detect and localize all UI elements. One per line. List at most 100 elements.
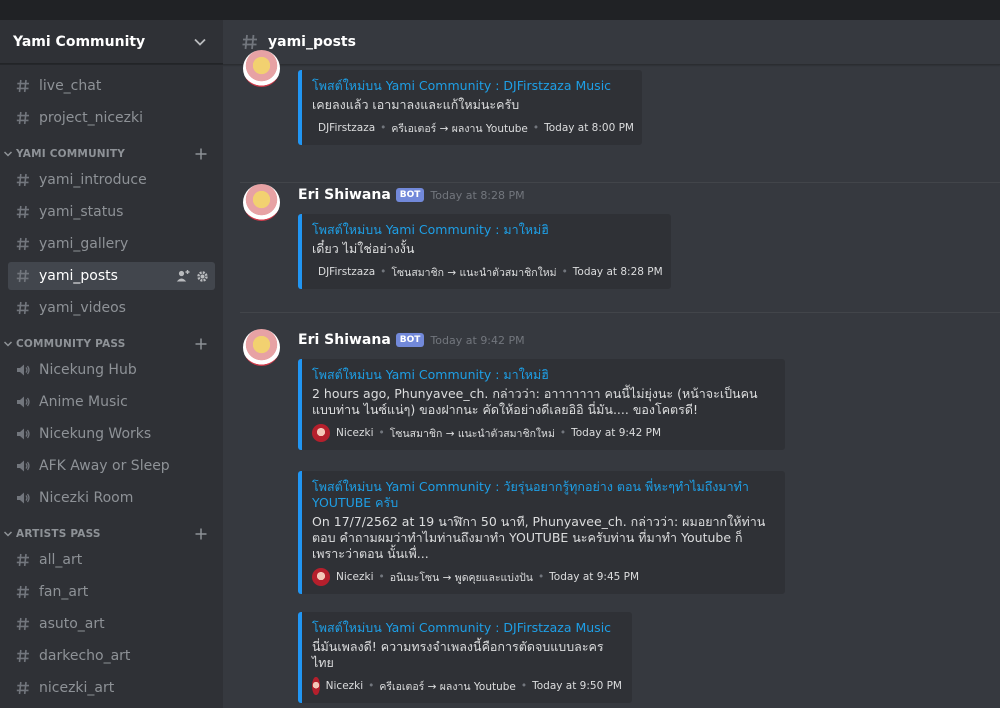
embed-description: นี่มันเพลงดี! ความทรงจำเพลงนี้คือการตัดจ…	[312, 639, 604, 670]
category-header[interactable]: COMMUNITY PASS	[0, 334, 223, 354]
embed-title[interactable]: โพสต์ใหม่บน Yami Community : DJFirstzaza…	[312, 78, 632, 94]
category-header[interactable]: YAMI COMMUNITY	[0, 144, 223, 164]
category-label: YAMI COMMUNITY	[16, 148, 126, 160]
footer-path: อนิเมะโซน → พูดคุยและแบ่งปัน	[389, 571, 533, 584]
channel-label: yami_status	[39, 204, 124, 220]
gear-icon[interactable]	[196, 270, 209, 283]
sidebar-item-nicezki-art[interactable]: nicezki_art	[8, 674, 215, 702]
sidebar-item-fan-art[interactable]: fan_art	[8, 578, 215, 606]
sidebar-item-live-chat[interactable]: live_chat	[8, 72, 215, 100]
chevron-down-icon[interactable]	[3, 529, 13, 539]
speaker-icon	[17, 460, 30, 472]
footer-time: Today at 8:28 PM	[572, 266, 663, 278]
bullet-separator: •	[532, 122, 540, 134]
footer-author: DJFirstzaza	[318, 122, 376, 134]
avatar[interactable]	[243, 329, 280, 366]
hash-icon	[16, 617, 29, 631]
bot-tag: BOT	[395, 188, 425, 202]
hash-icon	[16, 111, 29, 125]
sidebar-item-nicekung-works[interactable]: Nicekung Works	[8, 420, 215, 448]
embed-card: โพสต์ใหม่บน Yami Community : DJFirstzaza…	[298, 70, 642, 145]
sidebar-item-yami-posts[interactable]: yami_posts	[8, 262, 215, 290]
hash-icon	[16, 681, 29, 695]
message-author-row: Eri Shiwana BOT Today at 8:28 PM	[298, 187, 525, 203]
channel-label: yami_gallery	[39, 236, 129, 252]
plus-icon[interactable]	[195, 148, 207, 160]
plus-icon[interactable]	[195, 338, 207, 350]
sidebar-item-nicekung-hub[interactable]: Nicekung Hub	[8, 356, 215, 384]
sidebar-item-yami-status[interactable]: yami_status	[8, 198, 215, 226]
channel-label: live_chat	[39, 78, 102, 94]
speaker-icon	[17, 492, 30, 504]
sidebar-item-project-nicezki[interactable]: project_nicezki	[8, 104, 215, 132]
bullet-separator: •	[368, 680, 375, 692]
footer-author: Nicezki	[325, 680, 364, 692]
bullet-separator: •	[378, 571, 385, 583]
category-label: COMMUNITY PASS	[16, 338, 126, 350]
channel-label: yami_posts	[39, 268, 118, 284]
channel-label: yami_videos	[39, 300, 126, 316]
category-header[interactable]: ARTISTS PASS	[0, 524, 223, 544]
channel-tools	[176, 269, 209, 283]
hash-icon	[16, 585, 29, 599]
sidebar-item-yami-gallery[interactable]: yami_gallery	[8, 230, 215, 258]
bullet-separator: •	[559, 427, 567, 439]
channel-label: Nicezki Room	[39, 490, 134, 506]
chevron-down-icon[interactable]	[3, 339, 13, 349]
channel-label: all_art	[39, 552, 83, 568]
author-name[interactable]: Eri Shiwana	[298, 187, 391, 203]
chevron-down-icon[interactable]	[193, 35, 207, 49]
sidebar-item-afk-away-or-sleep[interactable]: AFK Away or Sleep	[8, 452, 215, 480]
plus-icon[interactable]	[195, 528, 207, 540]
embed-title[interactable]: โพสต์ใหม่บน Yami Community : DJFirstzaza…	[312, 620, 622, 636]
channel-header: yami_posts	[223, 20, 1000, 65]
footer-author: Nicezki	[336, 427, 374, 439]
chevron-down-icon[interactable]	[3, 149, 13, 159]
avatar[interactable]	[243, 184, 280, 221]
hash-icon	[16, 301, 29, 315]
channel-label: AFK Away or Sleep	[39, 458, 170, 474]
channel-label: Nicekung Works	[39, 426, 152, 442]
sidebar-item-darkecho-art[interactable]: darkecho_art	[8, 642, 215, 670]
bullet-separator: •	[537, 571, 545, 583]
hash-icon	[16, 173, 29, 187]
embed-card: โพสต์ใหม่บน Yami Community : มาใหม่ฮิ เด…	[298, 214, 671, 289]
add-member-icon[interactable]	[176, 269, 190, 283]
author-name[interactable]: Eri Shiwana	[298, 332, 391, 348]
footer-path: ครีเอเตอร์ → ผลงาน Youtube	[391, 122, 528, 135]
guild-header[interactable]: Yami Community	[0, 20, 223, 64]
category-label: ARTISTS PASS	[16, 528, 101, 540]
embed-title[interactable]: โพสต์ใหม่บน Yami Community : มาใหม่ฮิ	[312, 222, 661, 238]
footer-path: โซนสมาชิก → แนะนำตัวสมาชิกใหม่	[389, 427, 555, 440]
sidebar-item-yami-introduce[interactable]: yami_introduce	[8, 166, 215, 194]
message-divider	[240, 182, 1000, 183]
channel-label: Nicekung Hub	[39, 362, 137, 378]
embed-footer: DJFirstzaza • ครีเอเตอร์ → ผลงาน Youtube…	[312, 119, 634, 137]
embed-title[interactable]: โพสต์ใหม่บน Yami Community : วัยรุ่นอยาก…	[312, 479, 775, 511]
embed-title[interactable]: โพสต์ใหม่บน Yami Community : มาใหม่ฮิ	[312, 367, 775, 383]
sidebar-item-asuto-art[interactable]: asuto_art	[8, 610, 215, 638]
hash-icon	[16, 649, 29, 663]
speaker-icon	[17, 428, 30, 440]
embed-description: 2 hours ago, Phunyavee_ch. กล่าวว่า: อาา…	[312, 386, 758, 417]
channel-label: nicezki_art	[39, 680, 115, 696]
bullet-separator: •	[380, 266, 387, 278]
sidebar-item-all-art[interactable]: all_art	[8, 546, 215, 574]
hash-icon	[242, 34, 257, 50]
avatar[interactable]	[243, 50, 280, 87]
footer-time: Today at 9:45 PM	[549, 571, 640, 583]
sidebar-item-anime-music[interactable]: Anime Music	[8, 388, 215, 416]
embed-footer: Nicezki • โซนสมาชิก → แนะนำตัวสมาชิกใหม่…	[312, 424, 775, 442]
channel-label: Anime Music	[39, 394, 128, 410]
sidebar-item-yami-videos[interactable]: yami_videos	[8, 294, 215, 322]
footer-avatar	[312, 568, 330, 586]
channel-list: live_chat project_nicezki YAMI COMMUNITY ya…	[0, 64, 223, 702]
guild-name: Yami Community	[13, 33, 146, 50]
hash-icon	[16, 553, 29, 567]
sidebar-item-nicezki-room[interactable]: Nicezki Room	[8, 484, 215, 512]
footer-time: Today at 9:42 PM	[571, 427, 662, 439]
embed-footer: DJFirstzaza • โซนสมาชิก → แนะนำตัวสมาชิก…	[312, 263, 663, 281]
bullet-separator: •	[561, 266, 568, 278]
hash-icon	[16, 269, 29, 283]
channel-label: project_nicezki	[39, 110, 144, 126]
